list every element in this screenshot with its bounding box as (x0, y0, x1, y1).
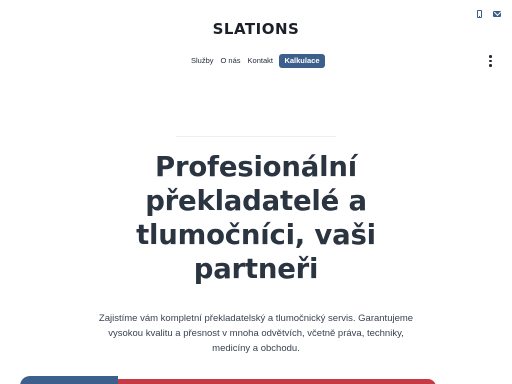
phone-icon[interactable] (477, 10, 482, 18)
hero-description: Zajistíme vám kompletní překladatelský a… (60, 311, 452, 356)
site-logo[interactable]: SLATIONS (0, 20, 512, 38)
hero-text-line: Zajistíme vám kompletní překladatelský a… (98, 313, 414, 324)
section-divider (176, 136, 336, 137)
kalkulace-button[interactable]: Kalkulace (279, 54, 325, 68)
kebab-dot (489, 55, 492, 58)
contact-icons (477, 10, 501, 18)
kebab-menu-icon[interactable] (489, 55, 492, 67)
hero-title: Profesionální překladatelé a tlumočníci,… (0, 150, 512, 286)
hero-title-line: partneři (193, 253, 319, 285)
hero-title-line: Profesionální (155, 151, 357, 183)
nav-item-o-nas[interactable]: O nás (217, 55, 244, 67)
nav-item-sluzby[interactable]: Služby (188, 55, 218, 67)
nav-item-kontakt[interactable]: Kontakt (244, 55, 276, 67)
primary-cta-button[interactable] (20, 376, 118, 384)
main-nav: Služby O nás Kontakt Kalkulace (0, 54, 512, 68)
hero-text-line: vysokou kvalitu a přesnost v mnoha odvět… (108, 328, 404, 339)
hero-title-line: překladatelé a (145, 185, 367, 217)
hero-title-line: tlumočníci, vaši (136, 219, 376, 251)
kebab-dot (489, 64, 492, 67)
hero-text-line: medicíny a obchodu. (212, 343, 300, 354)
site-header: SLATIONS (0, 0, 512, 80)
secondary-cta-button[interactable] (112, 379, 436, 384)
kebab-dot (489, 59, 492, 62)
mail-icon[interactable] (493, 11, 501, 17)
